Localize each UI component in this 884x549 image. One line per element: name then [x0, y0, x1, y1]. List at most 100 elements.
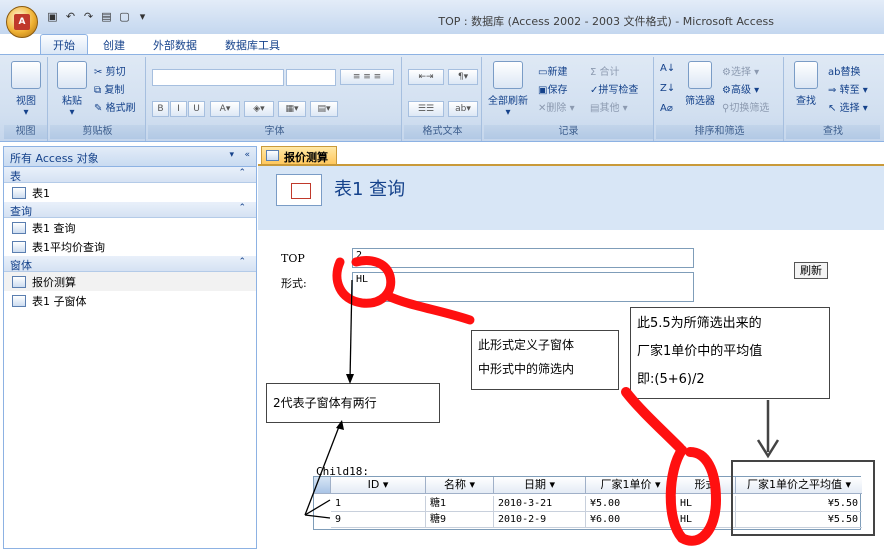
brush-icon: ✎ — [94, 103, 103, 114]
column-header-label: 形式 — [694, 478, 717, 491]
cell-type[interactable]: HL — [676, 512, 736, 528]
copy-button[interactable]: ⧉ 复制 — [94, 81, 124, 96]
refresh-button[interactable]: 刷新 — [794, 262, 828, 279]
find-button[interactable]: 查找 — [788, 61, 824, 107]
nav-item-table1[interactable]: 表1 — [4, 183, 256, 202]
group-label-records: 记录 — [484, 125, 653, 139]
nav-section-title: 表 — [10, 170, 21, 183]
advanced-filter-icon: ⚙ — [722, 85, 731, 96]
sort-desc-icon[interactable]: Z↓ — [660, 83, 675, 94]
indent-buttons[interactable]: ⇤⇥ — [408, 69, 444, 85]
paste-icon — [57, 61, 87, 89]
italic-button[interactable]: I — [170, 101, 187, 117]
column-header-id[interactable]: ID ▾ — [331, 477, 426, 494]
underline-button[interactable]: U — [188, 101, 205, 117]
save-label: 保存 — [547, 85, 568, 96]
nav-section-forms[interactable]: 窗体 ⌃ — [4, 256, 256, 272]
nav-section-tables[interactable]: 表 ⌃ — [4, 167, 256, 183]
replace-icon: ab — [828, 67, 841, 78]
tab-home[interactable]: 开始 — [40, 34, 88, 54]
tab-database-tools[interactable]: 数据库工具 — [212, 34, 293, 54]
format-painter-button[interactable]: ✎ 格式刷 — [94, 99, 136, 114]
group-clipboard: 粘贴 ▾ ✂ 剪切 ⧉ 复制 ✎ 格式刷 剪贴板 — [50, 57, 146, 141]
nav-collapse-icon[interactable]: « — [244, 150, 250, 160]
cut-button[interactable]: ✂ 剪切 — [94, 63, 126, 78]
cell-id[interactable]: 9 — [331, 512, 426, 528]
select-label: 选择 — [839, 103, 860, 114]
office-button[interactable]: A — [6, 6, 38, 38]
cell-name[interactable]: 糖1 — [426, 496, 494, 512]
selection-filter-button[interactable]: ⚙选择 ▾ — [722, 63, 759, 78]
paste-label: 粘贴 — [62, 96, 82, 107]
select-button[interactable]: ↖ 选择 ▾ — [828, 99, 868, 114]
sort-asc-icon[interactable]: A↓ — [660, 63, 675, 74]
form-tab-icon — [266, 150, 279, 161]
cell-avg[interactable]: ¥5.50 — [736, 496, 862, 512]
tab-create[interactable]: 创建 — [90, 34, 138, 54]
totals-button[interactable]: Σ 合计 — [590, 63, 620, 78]
cell-date[interactable]: 2010-2-9 — [494, 512, 586, 528]
save-record-button[interactable]: ▣保存 — [538, 81, 567, 96]
clear-sort-icon[interactable]: A⌀ — [660, 103, 673, 114]
column-header-label: 名称 — [443, 478, 466, 491]
top-input[interactable]: 2 — [352, 248, 694, 268]
chevron-up-icon: ⌃ — [238, 203, 246, 213]
fill-color-button[interactable]: ◈▾ — [244, 101, 274, 117]
align-buttons[interactable]: ≡ ≡ ≡ — [340, 69, 394, 85]
cell-type[interactable]: HL — [676, 496, 736, 512]
list-buttons[interactable]: ☰☰ — [408, 101, 444, 117]
cut-label: 剪切 — [105, 67, 126, 78]
view-button[interactable]: 视图 ▾ — [8, 61, 44, 118]
document-tab[interactable]: 报价测算 — [261, 146, 337, 165]
nav-item-avg-query[interactable]: 表1平均价查询 — [4, 237, 256, 256]
cell-name[interactable]: 糖9 — [426, 512, 494, 528]
column-header-type[interactable]: 形式 — [676, 477, 736, 494]
alt-fill-button[interactable]: ▤▾ — [310, 101, 338, 117]
filter-button[interactable]: 筛选器 — [680, 61, 720, 107]
spelling-button[interactable]: ✓拼写检查 — [590, 81, 638, 96]
new-label: 新建 — [547, 67, 568, 78]
tab-external-data[interactable]: 外部数据 — [140, 34, 210, 54]
gridlines-button[interactable]: ▦▾ — [278, 101, 306, 117]
nav-item-subform[interactable]: 表1 子窗体 — [4, 291, 256, 310]
column-header-price[interactable]: 厂家1单价 ▾ — [586, 477, 676, 494]
column-header-label: ID — [367, 478, 380, 491]
chevron-up-icon: ⌃ — [238, 257, 246, 267]
column-header-name[interactable]: 名称 ▾ — [426, 477, 494, 494]
nav-item-query1[interactable]: 表1 查询 — [4, 218, 256, 237]
cell-avg[interactable]: ¥5.50 — [736, 512, 862, 528]
font-size-combo[interactable] — [286, 69, 336, 86]
bold-button[interactable]: B — [152, 101, 169, 117]
paste-button[interactable]: 粘贴 ▾ — [54, 61, 90, 118]
delete-record-button[interactable]: ✕删除 ▾ — [538, 99, 575, 114]
group-label-sort-filter: 排序和筛选 — [656, 125, 783, 139]
replace-button[interactable]: ab替换 — [828, 63, 860, 78]
cell-date[interactable]: 2010-3-21 — [494, 496, 586, 512]
column-header-date[interactable]: 日期 ▾ — [494, 477, 586, 494]
form-type-input[interactable]: HL — [352, 272, 694, 302]
select-all-cell[interactable] — [314, 477, 331, 494]
document-tab-label: 报价测算 — [284, 151, 328, 164]
subform-datasheet: ID ▾ 名称 ▾ 日期 ▾ 厂家1单价 ▾ 形式 厂家1单价之平均值 ▾ 1 … — [313, 476, 862, 530]
refresh-all-button[interactable]: 全部刷新 ▾ — [486, 61, 530, 118]
replace-label: 替换 — [840, 67, 861, 78]
advanced-filter-button[interactable]: ⚙高级 ▾ — [722, 81, 759, 96]
font-color-button[interactable]: A▾ — [210, 101, 240, 117]
nav-pane-header[interactable]: 所有 Access 对象 ▾ « — [4, 147, 256, 167]
cell-price[interactable]: ¥5.00 — [586, 496, 676, 512]
nav-dropdown-icon[interactable]: ▾ — [229, 150, 234, 160]
nav-section-queries[interactable]: 查询 ⌃ — [4, 202, 256, 218]
callout-average-line: 厂家1单价中的平均值 — [637, 344, 763, 359]
font-name-combo[interactable] — [152, 69, 284, 86]
nav-item-quote-form[interactable]: 报价测算 — [4, 272, 256, 291]
cell-price[interactable]: ¥6.00 — [586, 512, 676, 528]
highlight-button[interactable]: ab▾ — [448, 101, 478, 117]
goto-button[interactable]: ⇒ 转至 ▾ — [828, 81, 868, 96]
nav-item-label: 表1 查询 — [32, 221, 76, 235]
column-header-avg[interactable]: 厂家1单价之平均值 ▾ — [736, 477, 862, 494]
more-records-button[interactable]: ▤其他 ▾ — [590, 99, 628, 114]
new-record-button[interactable]: ▭新建 — [538, 63, 567, 78]
rtl-button[interactable]: ¶▾ — [448, 69, 478, 85]
cell-id[interactable]: 1 — [331, 496, 426, 512]
toggle-filter-button[interactable]: ⚲切换筛选 — [722, 99, 769, 114]
